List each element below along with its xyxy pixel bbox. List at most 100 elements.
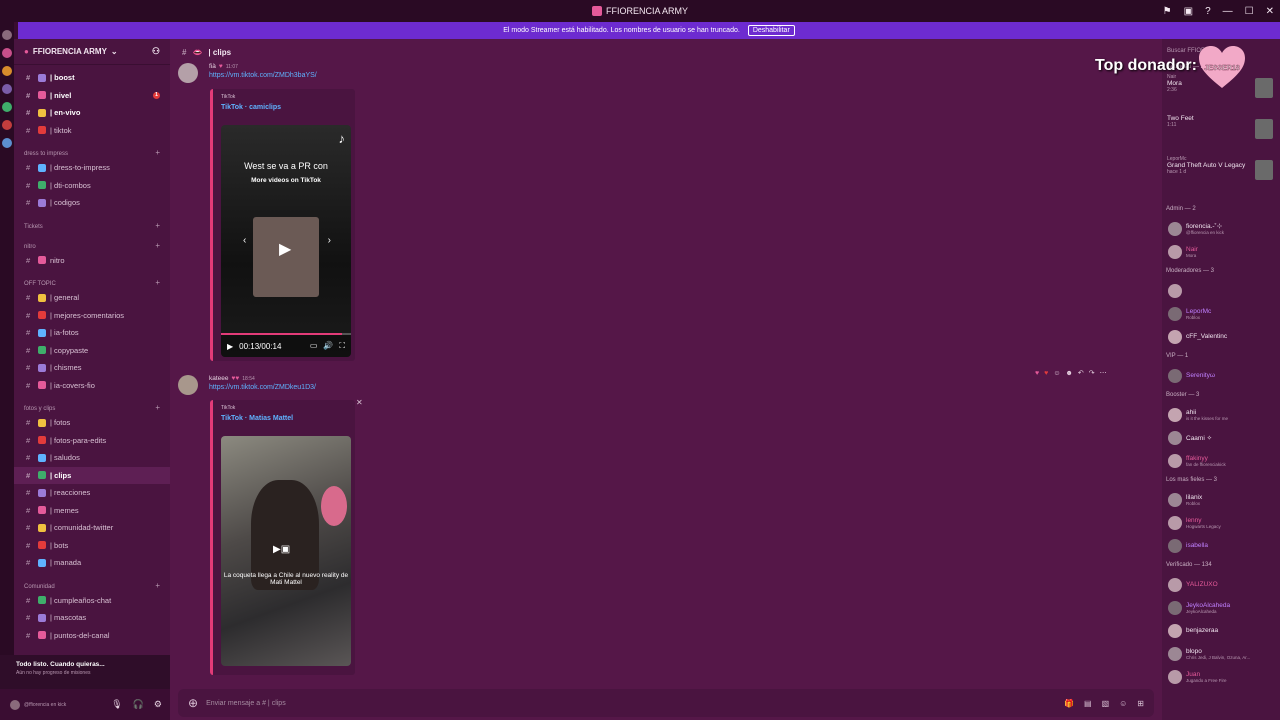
add-channel-icon[interactable]: + [155,278,160,287]
avatar[interactable] [178,63,198,83]
server-icon[interactable] [2,102,12,112]
member-row[interactable]: JeykoAlcaheda JeykoAlcaheda [1162,596,1280,619]
message-input[interactable]: Enviar mensaje a # | clips [206,700,286,707]
maximize-button[interactable]: ☐ [1245,6,1254,17]
member-row[interactable]: blopo Chris Jedi, J Balvin, Ozuna, Ar... [1162,642,1280,665]
server-header[interactable]: ● FFIORENCIA ARMY ⌄ ⚇ [14,39,170,65]
category-header[interactable]: OFF TOPIC + [14,273,170,289]
play-icon[interactable]: ▶▣ [273,544,290,555]
gift-icon[interactable]: 🎁 [1064,699,1074,708]
inbox-icon[interactable]: ⚑ [1163,6,1172,17]
channel-item[interactable]: # | mejores-comentarios [14,307,170,325]
video-player[interactable]: West se va a PR con More videos on TikTo… [221,125,351,357]
member-row[interactable]: cFF_Valentinc [1162,325,1280,348]
server-icon[interactable] [2,84,12,94]
channel-item[interactable]: # | en-vivo [14,104,170,122]
category-header[interactable]: Tickets + [14,216,170,232]
channel-item[interactable]: # | bots [14,537,170,555]
server-icon[interactable] [2,30,12,40]
member-row[interactable]: LeporMc Roblox [1162,302,1280,325]
gif-icon[interactable]: ▤ [1084,699,1092,708]
member-row[interactable]: ffakinyy fan de ffiorenciakick [1162,449,1280,472]
play-icon[interactable]: ▶ [227,342,233,351]
channel-item[interactable]: # | fotos-para-edits [14,432,170,450]
add-channel-icon[interactable]: + [155,148,160,157]
apps-icon[interactable]: ⊞ [1137,699,1144,708]
channel-item[interactable]: # | cumpleaños-chat [14,592,170,610]
chevron-left-icon[interactable]: ‹ [243,235,246,246]
minimize-button[interactable]: — [1223,6,1233,17]
member-row[interactable]: lilanix Roblox [1162,488,1280,511]
play-icon[interactable]: ▶ [279,239,291,259]
member-row[interactable]: Caami ✧ [1162,426,1280,449]
video-player[interactable]: ▶▣ La coqueta llega a Chile al nuevo rea… [221,436,351,666]
channel-item[interactable]: # | manada [14,554,170,572]
channel-item[interactable]: # | general [14,289,170,307]
channel-item[interactable]: # | dti-combos [14,177,170,195]
chevron-right-icon[interactable]: › [328,235,331,246]
member-row[interactable]: Juan Jugando a Free Fire [1162,665,1280,688]
microphone-icon[interactable]: 🎙 [111,699,122,710]
heart-reaction-icon[interactable]: ♥ [1035,370,1039,377]
member-row[interactable]: fiorencia.-˚⊹ @ffiorencia en kick [1162,217,1280,240]
member-row[interactable] [1162,279,1280,302]
server-icon[interactable] [2,138,12,148]
member-row[interactable]: ahii is it the kisses for me [1162,403,1280,426]
disable-streamer-button[interactable]: Deshabilitar [747,25,795,36]
channel-item[interactable]: # | boost [14,69,170,87]
channel-item[interactable]: # | ia-covers-fio [14,377,170,395]
member-row[interactable]: benjazeraa [1162,619,1280,642]
emoji-icon[interactable]: ☺ [1119,699,1127,708]
embed-title[interactable]: TikTok · Matias Mattel [221,415,347,422]
channel-item[interactable]: # | comunidad-twitter [14,519,170,537]
more-icon[interactable]: ⋯ [1100,369,1107,377]
author-name[interactable]: kateee [209,375,229,382]
category-header[interactable]: nitro + [14,236,170,252]
channel-item[interactable]: # | clips [14,466,170,484]
channel-item[interactable]: # | puntos-del-canal [14,627,170,645]
channel-item[interactable]: # | fotos [14,414,170,432]
member-row[interactable]: Nair Mora [1162,240,1280,263]
server-icon[interactable] [2,48,12,58]
add-channel-icon[interactable]: + [155,241,160,250]
channel-item[interactable]: # | reacciones [14,484,170,502]
member-row[interactable]: lenny Hogwarts Legacy [1162,511,1280,534]
channel-item[interactable]: # | codigos [14,194,170,212]
member-row[interactable]: isabella [1162,534,1280,557]
channel-item[interactable]: # | nivel 1 [14,87,170,105]
user-avatar[interactable] [10,699,20,710]
close-embed-icon[interactable]: ✕ [356,398,363,407]
channel-item[interactable]: # | copypaste [14,342,170,360]
activity-card[interactable]: LeporMc Grand Theft Auto V Legacy hace 1 d [1167,156,1275,197]
category-header[interactable]: fotos y clips + [14,398,170,414]
member-row[interactable]: YALIZUXO [1162,573,1280,596]
activity-card[interactable]: Two Feet 1:11 [1167,115,1275,156]
screen-icon[interactable]: ▣ [1184,6,1193,17]
server-icon[interactable] [2,66,12,76]
channel-item[interactable]: # nitro [14,252,170,270]
close-button[interactable]: ✕ [1266,6,1274,17]
reply-icon[interactable]: ↶ [1078,369,1084,377]
channel-item[interactable]: # | saludos [14,449,170,467]
message-link[interactable]: https://vm.tiktok.com/ZMDkeu1D3/ [209,384,316,391]
heart-reaction-icon[interactable]: ♥ [1044,370,1048,377]
channel-item[interactable]: # | dress-to-impress [14,159,170,177]
avatar[interactable] [178,375,198,395]
captions-icon[interactable]: ▭ [310,341,318,351]
emoji-reaction-icon[interactable]: ☺ [1053,370,1060,377]
category-header[interactable]: dress to impress + [14,143,170,159]
headphones-icon[interactable]: 🎧 [133,699,144,710]
member-row[interactable]: Serenityω [1162,364,1280,387]
add-channel-icon[interactable]: + [155,221,160,230]
forward-icon[interactable]: ↷ [1089,369,1095,377]
channel-item[interactable]: # | memes [14,502,170,520]
channel-item[interactable]: # | chismes [14,359,170,377]
fullscreen-icon[interactable]: ⛶ [339,341,345,351]
help-icon[interactable]: ? [1205,6,1211,17]
quest-toast[interactable]: Todo listo. Cuando quieras... Aún no hay… [0,655,170,689]
add-member-icon[interactable]: ⚇ [152,46,160,57]
channel-item[interactable]: # | tiktok [14,122,170,140]
volume-icon[interactable]: 🔊 [323,341,333,351]
add-channel-icon[interactable]: + [155,403,160,412]
attach-plus-icon[interactable]: ⊕ [188,696,198,710]
